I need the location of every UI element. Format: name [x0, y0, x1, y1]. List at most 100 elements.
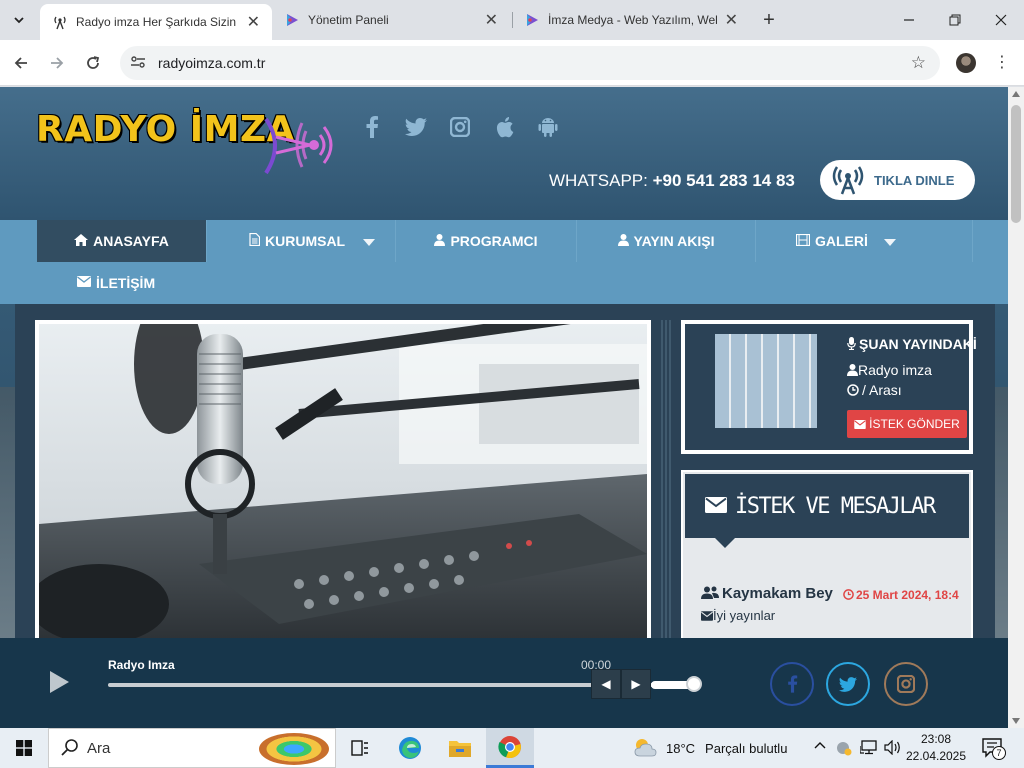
show-hidden-icons[interactable]: [814, 740, 826, 755]
twitter-icon: [839, 676, 857, 692]
volume-icon[interactable]: [884, 739, 902, 758]
new-tab-button[interactable]: +: [758, 8, 780, 32]
volume-knob[interactable]: [686, 676, 702, 692]
browser-tab-radyoimza[interactable]: Radyo imza Her Şarkıda Sizin de ✕: [40, 4, 272, 40]
chevron-down-icon: [14, 17, 24, 24]
send-request-label: İSTEK GÖNDER: [869, 417, 960, 431]
file-explorer-button[interactable]: [436, 728, 484, 768]
edge-browser-button[interactable]: [386, 728, 434, 768]
nav-item-programci[interactable]: PROGRAMCI: [396, 220, 577, 262]
minimize-button[interactable]: [886, 0, 932, 40]
message-text: İyi yayınlar: [701, 608, 775, 623]
player-twitter-button[interactable]: [826, 662, 870, 706]
player-controls: ◀ ▶: [591, 669, 651, 699]
nav-item-anasayfa[interactable]: ANASAYFA: [37, 220, 207, 262]
nav-item-yayin-akisi[interactable]: YAYIN AKIŞI: [577, 220, 756, 262]
tab-title: Yönetim Paneli: [308, 13, 389, 27]
header-social-links: [360, 115, 560, 139]
back-button[interactable]: [8, 50, 34, 76]
nav-label: PROGRAMCI: [450, 233, 538, 249]
nav-label: YAYIN AKIŞI: [633, 233, 715, 249]
twitter-icon[interactable]: [404, 115, 428, 139]
message-body: İyi yayınlar: [713, 608, 776, 623]
nav-item-kurumsal[interactable]: KURUMSAL: [207, 220, 396, 262]
nav-item-iletisim[interactable]: İLETİŞİM: [37, 262, 973, 304]
nav-item-galeri[interactable]: GALERİ: [756, 220, 973, 262]
radio-tower-icon: [830, 163, 866, 197]
scroll-down-arrow[interactable]: [1012, 718, 1020, 724]
envelope-icon: [701, 611, 713, 621]
message-author: Kaymakam Bey: [701, 585, 833, 602]
reload-button[interactable]: [80, 50, 106, 76]
user-icon: [847, 364, 858, 376]
clock-icon: [847, 384, 859, 396]
previous-icon[interactable]: ◀: [591, 669, 621, 699]
main-navigation: ANASAYFA KURUMSAL PROGRAMCI YAYIN AKIŞI …: [0, 220, 1008, 304]
partly-cloudy-icon: [632, 736, 658, 761]
apple-icon[interactable]: [492, 115, 516, 139]
users-icon: [701, 586, 719, 599]
android-icon[interactable]: [536, 115, 560, 139]
radio-signal-icon: [52, 14, 68, 30]
play-logo-icon: [284, 12, 300, 28]
browser-tab-imzamedya[interactable]: İmza Medya - Web Yazılım, Web ✕: [512, 0, 750, 40]
bookmark-star-icon[interactable]: ☆: [911, 53, 926, 73]
whatsapp-contact: WHATSAPP: +90 541 283 14 83: [549, 171, 795, 191]
address-bar[interactable]: radyoimza.com.tr ☆: [120, 46, 940, 80]
weather-description: Parçalı bulutlu: [705, 740, 788, 756]
column-divider: [661, 320, 671, 650]
send-request-button[interactable]: İSTEK GÖNDER: [847, 410, 967, 438]
windows-taskbar: Ara 18°C Parçalı bulutlu 23:08 22.04.202…: [0, 728, 1024, 768]
notification-center-button[interactable]: 7: [982, 738, 1006, 760]
task-view-button[interactable]: [336, 728, 384, 768]
messages-header: İSTEK VE MESAJLAR: [685, 474, 969, 538]
weather-temperature: 18°C: [666, 740, 696, 756]
now-playing-panel: ŞUAN YAYINDAKİ Radyo imza / Arası İSTEK …: [681, 320, 977, 454]
player-facebook-button[interactable]: [770, 662, 814, 706]
notification-count: 7: [992, 746, 1006, 760]
task-view-icon: [351, 740, 368, 756]
player-instagram-button[interactable]: [884, 662, 928, 706]
instagram-icon[interactable]: [448, 115, 472, 139]
close-tab-icon[interactable]: ✕: [725, 10, 738, 30]
featured-image[interactable]: [35, 320, 651, 650]
chevron-up-icon: [814, 742, 826, 749]
scroll-up-arrow[interactable]: [1012, 91, 1020, 97]
whatsapp-number[interactable]: +90 541 283 14 83: [653, 171, 795, 190]
play-icon[interactable]: [50, 671, 69, 693]
profile-avatar[interactable]: [956, 53, 976, 73]
close-tab-icon[interactable]: ✕: [485, 10, 498, 30]
chrome-icon: [498, 735, 521, 758]
date-text: 25 Mart 2024, 18:4: [856, 588, 959, 602]
browser-menu-icon[interactable]: ⋮: [994, 52, 1010, 72]
network-icon[interactable]: [859, 740, 878, 758]
start-button[interactable]: [0, 728, 48, 768]
next-icon[interactable]: ▶: [621, 669, 651, 699]
close-tab-icon[interactable]: ✕: [247, 12, 260, 32]
site-settings-icon[interactable]: [130, 55, 152, 72]
scroll-thumb[interactable]: [1011, 105, 1021, 223]
reload-icon: [87, 56, 100, 69]
forward-button[interactable]: [44, 50, 70, 76]
close-window-button[interactable]: [978, 0, 1024, 40]
facebook-icon[interactable]: [360, 115, 384, 139]
tab-search-button[interactable]: [6, 8, 32, 32]
page-scrollbar[interactable]: [1008, 87, 1024, 728]
site-logo[interactable]: RADYO İMZA: [36, 105, 336, 175]
document-icon: [249, 232, 261, 249]
taskbar-search[interactable]: Ara: [48, 728, 336, 768]
studio-microphone-image: [39, 324, 647, 646]
user-icon: [434, 233, 446, 249]
site-header: RADYO İMZA WHATSAPP: +90 541 283 14 83 T…: [0, 87, 1008, 220]
browser-tab-yonetim[interactable]: Yönetim Paneli ✕: [272, 0, 510, 40]
now-playing-thumbnail[interactable]: [715, 334, 817, 428]
listen-now-button[interactable]: TIKLA DINLE: [820, 160, 975, 200]
app-tray-icon[interactable]: [836, 740, 852, 759]
time-line: / Arası: [847, 382, 902, 398]
restore-button[interactable]: [932, 0, 978, 40]
weather-widget[interactable]: 18°C Parçalı bulutlu: [632, 728, 787, 768]
system-clock[interactable]: 23:08 22.04.2025: [904, 731, 968, 765]
chrome-browser-button[interactable]: [486, 728, 534, 768]
folder-icon: [449, 741, 471, 757]
nav-label: GALERİ: [815, 233, 868, 249]
